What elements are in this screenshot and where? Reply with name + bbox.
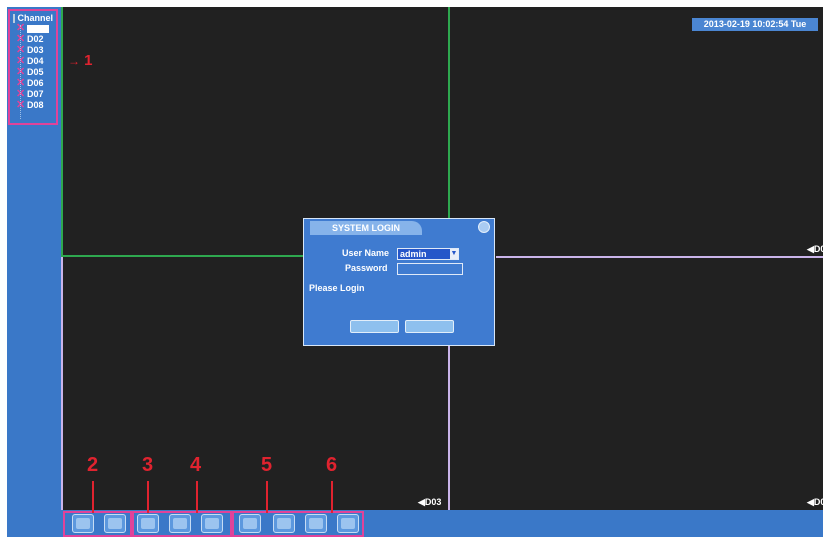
user-name-value: admin [400, 249, 427, 259]
toolbar-button[interactable] [104, 514, 126, 533]
channel-label: D08 [27, 100, 44, 110]
dialog-title: SYSTEM LOGIN [310, 221, 422, 235]
button-icon [341, 518, 355, 529]
channel-label-selected [27, 24, 49, 33]
datetime-display: 2013-02-19 10:02:54 Tue [692, 18, 818, 31]
camera-label: ◀D03 [418, 497, 442, 507]
button-icon [277, 518, 291, 529]
channel-label: D07 [27, 89, 44, 99]
annotation-3: 3 [142, 454, 154, 476]
annotation-pointer [92, 481, 94, 513]
login-dialog: SYSTEM LOGIN User Name admin ▼ Password … [303, 218, 495, 346]
user-name-select[interactable]: admin ▼ [397, 248, 459, 260]
annotation-5: 5 [261, 454, 273, 476]
annotation-pointer [266, 481, 268, 513]
ok-button[interactable] [350, 320, 399, 333]
camera-label: ◀D0 [807, 497, 826, 507]
button-icon [76, 518, 90, 529]
button-icon [243, 518, 257, 529]
close-icon[interactable] [478, 221, 490, 233]
annotation-6: 6 [326, 454, 338, 476]
cancel-button[interactable] [405, 320, 454, 333]
login-status: Please Login [309, 283, 365, 293]
annotation-pointer [147, 481, 149, 513]
grid-divider [61, 7, 63, 256]
toolbar-button[interactable] [305, 514, 327, 533]
toolbar-button[interactable] [137, 514, 159, 533]
dropdown-arrow-icon[interactable]: ▼ [450, 249, 458, 259]
toolbar-button[interactable] [273, 514, 295, 533]
annotation-2: 2 [87, 454, 99, 476]
camera-label-text: D03 [424, 497, 442, 507]
arrow-right-icon: → [68, 54, 80, 68]
tree-line [20, 25, 22, 119]
button-icon [173, 518, 187, 529]
channel-label: D06 [27, 78, 44, 88]
channel-label: D05 [27, 67, 44, 77]
toolbar-button[interactable] [239, 514, 261, 533]
annotation-1: → 1 [68, 52, 93, 69]
button-icon [309, 518, 323, 529]
grid-divider [61, 255, 305, 257]
user-name-label: User Name [342, 248, 390, 258]
password-label: Password [345, 263, 388, 273]
button-icon [205, 518, 219, 529]
annotation-4: 4 [190, 454, 202, 476]
toolbar-button[interactable] [201, 514, 223, 533]
camera-label-text: D0 [813, 497, 826, 507]
button-icon [141, 518, 155, 529]
grid-divider [448, 346, 450, 510]
channel-label: D02 [27, 34, 44, 44]
grid-divider [61, 257, 63, 510]
annotation-pointer [196, 481, 198, 513]
toolbar-button[interactable] [337, 514, 359, 533]
annotation-pointer [331, 481, 333, 513]
button-icon [108, 518, 122, 529]
camera-label: ◀D0 [807, 244, 826, 254]
channel-label: D03 [27, 45, 44, 55]
grid-divider [496, 256, 823, 258]
channel-label: D04 [27, 56, 44, 66]
channel-list: Channel ✕ ✕ D02 ✕ D03 ✕ D04 ✕ D05 ✕ D06 … [8, 9, 58, 125]
annotation-number: 1 [84, 52, 93, 69]
password-input[interactable] [397, 263, 463, 275]
camera-label-text: D0 [813, 244, 826, 254]
toolbar-button[interactable] [72, 514, 94, 533]
toolbar-button[interactable] [169, 514, 191, 533]
